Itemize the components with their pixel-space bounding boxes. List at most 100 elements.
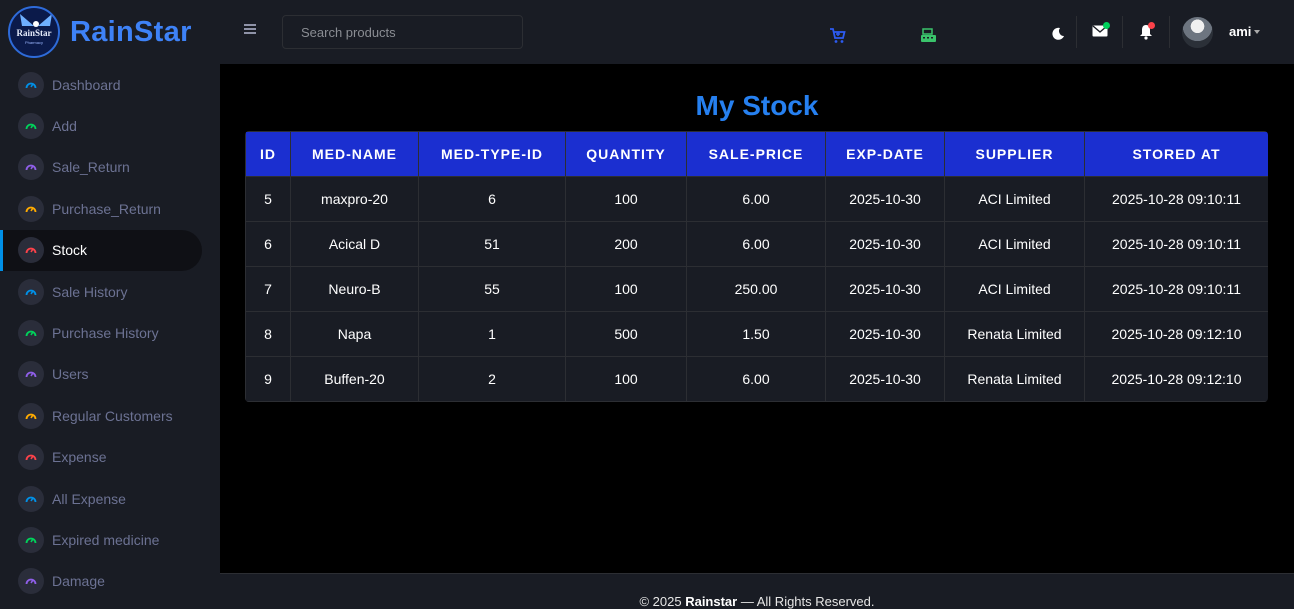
mail-icon[interactable]: [1091, 22, 1110, 39]
sidebar-nav: Dashboard Add Sale_Return Purchase_Return St…: [0, 64, 220, 602]
sidebar-item-damage[interactable]: Damage: [0, 561, 220, 602]
table-cell: 2025-10-28 09:10:11: [1084, 266, 1268, 312]
table-row[interactable]: 8 Napa 1 500 1.50 2025-10-30 Renata Limited 202…: [245, 311, 1268, 357]
table-cell: 9: [245, 356, 291, 402]
speedometer-icon: [18, 485, 44, 512]
sidebar-item-label: Purchase History: [52, 325, 159, 342]
column-header[interactable]: ID: [245, 131, 291, 177]
mail-unread-dot: [1103, 22, 1110, 29]
speedometer-icon: [18, 444, 44, 471]
column-header[interactable]: QUANTITY: [565, 131, 687, 177]
table-cell: Neuro-B: [290, 266, 419, 312]
table-cell: 6: [245, 221, 291, 267]
sidebar-item-purchase-history[interactable]: Purchase History: [0, 312, 220, 353]
table-cell: Renata Limited: [944, 356, 1085, 402]
column-header[interactable]: MED-TYPE-ID: [418, 131, 566, 177]
brand-name: RainStar: [70, 15, 192, 48]
table-cell: 2025-10-28 09:10:11: [1084, 176, 1268, 222]
table-cell: Renata Limited: [944, 311, 1085, 357]
column-header[interactable]: SUPPLIER: [944, 131, 1085, 177]
search-input[interactable]: [282, 15, 523, 49]
footer-copyright: © 2025 Rainstar — All Rights Reserved.: [220, 594, 1294, 609]
main-content: My Stock ID MED-NAME MED-TYPE-ID QUANTITY SA…: [220, 64, 1294, 573]
sidebar-item-expense[interactable]: Expense: [0, 437, 220, 478]
table-cell: 2025-10-30: [825, 311, 945, 357]
column-header[interactable]: EXP-DATE: [825, 131, 945, 177]
theme-toggle-icon[interactable]: [1050, 25, 1066, 41]
table-row[interactable]: 7 Neuro-B 55 100 250.00 2025-10-30 ACI Limited…: [245, 266, 1268, 312]
avatar[interactable]: [1182, 17, 1213, 48]
table-cell: 2025-10-30: [825, 356, 945, 402]
sidebar-item-dashboard[interactable]: Dashboard: [0, 64, 220, 105]
table-cell: 7: [245, 266, 291, 312]
table-row[interactable]: 5 maxpro-20 6 100 6.00 2025-10-30 ACI Limited 2…: [245, 176, 1268, 222]
cash-register-icon[interactable]: [919, 26, 937, 44]
column-header[interactable]: STORED AT: [1084, 131, 1268, 177]
speedometer-icon: [18, 361, 44, 388]
sidebar-item-label: Sale History: [52, 283, 128, 300]
speedometer-icon: [18, 278, 44, 305]
sidebar-item-expired-medicine[interactable]: Expired medicine: [0, 519, 220, 560]
brand-logo: RainStar Pharmacy: [8, 6, 60, 58]
footer-brand[interactable]: Rainstar: [685, 594, 737, 609]
table-row[interactable]: 6 Acical D 51 200 6.00 2025-10-30 ACI Limited 2…: [245, 221, 1268, 267]
table-cell: 100: [565, 266, 687, 312]
table-cell: 6.00: [686, 176, 826, 222]
table-cell: 1: [418, 311, 566, 357]
table-row[interactable]: 9 Buffen-20 2 100 6.00 2025-10-30 Renata Limit…: [245, 356, 1268, 402]
sidebar-item-label: Add: [52, 118, 77, 135]
sidebar-item-label: Expired medicine: [52, 531, 160, 548]
table-cell: maxpro-20: [290, 176, 419, 222]
table-cell: 250.00: [686, 266, 826, 312]
column-header[interactable]: MED-NAME: [290, 131, 419, 177]
sidebar-item-label: Regular Customers: [52, 407, 173, 424]
table-cell: 200: [565, 221, 687, 267]
table-cell: 2: [418, 356, 566, 402]
stock-table: ID MED-NAME MED-TYPE-ID QUANTITY SALE-PRICE E…: [245, 131, 1268, 402]
speedometer-icon: [18, 402, 44, 429]
sidebar-item-all-expense[interactable]: All Expense: [0, 478, 220, 519]
table-cell: 2025-10-28 09:12:10: [1084, 356, 1268, 402]
sidebar-item-stock[interactable]: Stock: [0, 229, 202, 272]
sidebar-item-purchase-return[interactable]: Purchase_Return: [0, 188, 220, 229]
table-cell: Acical D: [290, 221, 419, 267]
table-cell: 55: [418, 266, 566, 312]
sidebar: RainStar Pharmacy RainStar Dashboard Add S…: [0, 0, 220, 609]
sidebar-item-label: Expense: [52, 449, 107, 466]
sidebar-item-regular-customers[interactable]: Regular Customers: [0, 395, 220, 436]
table-cell: ACI Limited: [944, 266, 1085, 312]
table-cell: Napa: [290, 311, 419, 357]
sidebar-item-sale-return[interactable]: Sale_Return: [0, 147, 220, 188]
table-cell: 6.00: [686, 221, 826, 267]
stock-table-container: ID MED-NAME MED-TYPE-ID QUANTITY SALE-PRICE E…: [245, 131, 1268, 402]
table-body: 5 maxpro-20 6 100 6.00 2025-10-30 ACI Limited 2…: [245, 176, 1268, 402]
table-cell: 6.00: [686, 356, 826, 402]
table-cell: 2025-10-30: [825, 266, 945, 312]
sidebar-item-users[interactable]: Users: [0, 354, 220, 395]
topbar: ami: [220, 0, 1294, 64]
table-cell: ACI Limited: [944, 221, 1085, 267]
cart-icon[interactable]: [828, 26, 846, 44]
sidebar-item-label: Dashboard: [52, 76, 121, 93]
brand[interactable]: RainStar Pharmacy RainStar: [0, 0, 220, 64]
speedometer-icon: [18, 71, 44, 98]
user-name[interactable]: ami: [1229, 24, 1251, 39]
topbar-divider: [1169, 16, 1170, 48]
speedometer-icon: [18, 568, 44, 595]
menu-toggle-icon[interactable]: [244, 24, 256, 38]
sidebar-item-label: Users: [52, 366, 89, 383]
table-cell: 8: [245, 311, 291, 357]
speedometer-icon: [18, 154, 44, 181]
column-header[interactable]: SALE-PRICE: [686, 131, 826, 177]
bell-icon[interactable]: [1138, 22, 1155, 41]
sidebar-item-add[interactable]: Add: [0, 105, 220, 146]
footer-suffix: — All Rights Reserved.: [737, 594, 875, 609]
table-cell: ACI Limited: [944, 176, 1085, 222]
table-cell: 6: [418, 176, 566, 222]
table-cell: 51: [418, 221, 566, 267]
footer-prefix: © 2025: [639, 594, 686, 609]
speedometer-icon: [18, 320, 44, 347]
sidebar-item-sale-history[interactable]: Sale History: [0, 271, 220, 312]
sidebar-item-label: Sale_Return: [52, 159, 130, 176]
chevron-down-icon[interactable]: [1254, 30, 1260, 34]
